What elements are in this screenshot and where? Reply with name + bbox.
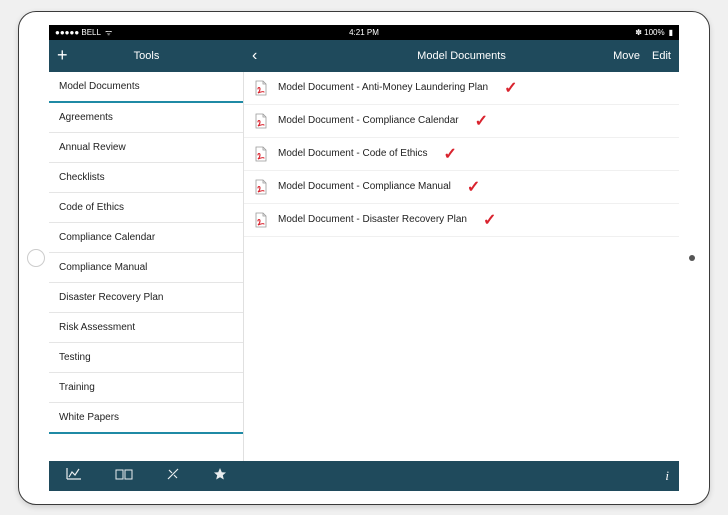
carrier-label: ●●●●● BELL: [55, 28, 101, 37]
status-time: 4:21 PM: [349, 28, 379, 37]
pdf-icon: [254, 113, 268, 129]
document-label: Model Document - Code of Ethics: [278, 148, 428, 159]
sidebar[interactable]: Model DocumentsAgreementsAnnual ReviewCh…: [49, 72, 244, 461]
sidebar-item[interactable]: Disaster Recovery Plan: [49, 283, 243, 313]
checkmark-icon: ✓: [467, 177, 480, 197]
document-label: Model Document - Compliance Manual: [278, 181, 451, 192]
camera-dot: [689, 255, 695, 261]
tools-icon[interactable]: [166, 467, 180, 484]
sidebar-item[interactable]: Agreements: [49, 103, 243, 133]
wifi-icon: ᯤ: [105, 27, 112, 38]
sidebar-item[interactable]: Model Documents: [49, 72, 243, 103]
bluetooth-battery-label: ✽ 100%: [635, 28, 664, 37]
document-label: Model Document - Compliance Calendar: [278, 115, 459, 126]
checkmark-icon: ✓: [483, 210, 496, 230]
info-button[interactable]: i: [665, 468, 669, 484]
checkmark-icon: ✓: [504, 78, 517, 98]
sidebar-item[interactable]: Annual Review: [49, 133, 243, 163]
battery-icon: ▮: [669, 28, 673, 37]
edit-button[interactable]: Edit: [652, 50, 671, 62]
home-button[interactable]: [27, 249, 45, 267]
sidebar-item[interactable]: Compliance Calendar: [49, 223, 243, 253]
cards-icon[interactable]: [115, 468, 133, 483]
checkmark-icon: ✓: [444, 144, 457, 164]
pdf-icon: [254, 146, 268, 162]
star-icon[interactable]: [213, 467, 227, 484]
status-bar: ●●●●● BELL ᯤ 4:21 PM ✽ 100% ▮: [49, 25, 679, 40]
pdf-icon: [254, 80, 268, 96]
nav-bar: + Tools ‹ Model Documents Move Edit: [49, 40, 679, 72]
document-row[interactable]: Model Document - Code of Ethics ✓: [244, 138, 679, 171]
document-label: Model Document - Anti-Money Laundering P…: [278, 82, 488, 93]
document-label: Model Document - Disaster Recovery Plan: [278, 214, 467, 225]
sidebar-item[interactable]: Risk Assessment: [49, 313, 243, 343]
sidebar-item[interactable]: Checklists: [49, 163, 243, 193]
screen: ●●●●● BELL ᯤ 4:21 PM ✽ 100% ▮ + Tools ‹ …: [49, 25, 679, 491]
document-row[interactable]: Model Document - Anti-Money Laundering P…: [244, 72, 679, 105]
sidebar-item[interactable]: White Papers: [49, 403, 243, 434]
tab-bar: i: [49, 461, 679, 491]
sidebar-item[interactable]: Compliance Manual: [49, 253, 243, 283]
back-button[interactable]: ‹: [252, 47, 257, 65]
pdf-icon: [254, 179, 268, 195]
sidebar-item[interactable]: Code of Ethics: [49, 193, 243, 223]
nav-left: + Tools: [49, 40, 244, 72]
checkmark-icon: ✓: [475, 111, 488, 131]
document-list[interactable]: Model Document - Anti-Money Laundering P…: [244, 72, 679, 461]
sidebar-item[interactable]: Training: [49, 373, 243, 403]
pdf-icon: [254, 212, 268, 228]
content-area: Model DocumentsAgreementsAnnual ReviewCh…: [49, 72, 679, 461]
sidebar-item[interactable]: Testing: [49, 343, 243, 373]
document-row[interactable]: Model Document - Compliance Manual ✓: [244, 171, 679, 204]
move-button[interactable]: Move: [613, 50, 640, 62]
chart-icon[interactable]: [66, 467, 82, 484]
nav-right: ‹ Model Documents Move Edit: [244, 40, 679, 72]
add-button[interactable]: +: [57, 45, 68, 66]
tablet-frame: ●●●●● BELL ᯤ 4:21 PM ✽ 100% ▮ + Tools ‹ …: [18, 11, 710, 505]
sidebar-title: Tools: [49, 50, 244, 62]
document-row[interactable]: Model Document - Compliance Calendar ✓: [244, 105, 679, 138]
document-row[interactable]: Model Document - Disaster Recovery Plan ✓: [244, 204, 679, 237]
